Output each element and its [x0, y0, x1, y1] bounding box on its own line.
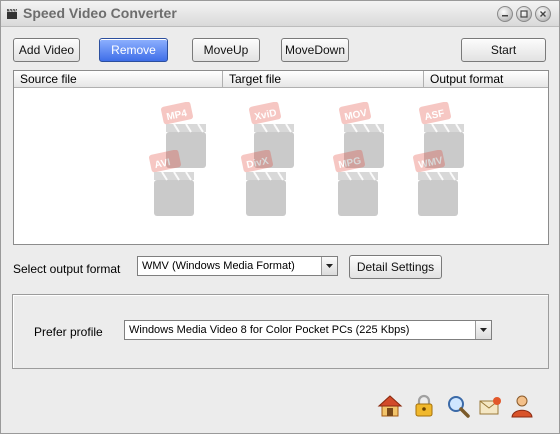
watermark-format-icon: MPG	[333, 150, 378, 216]
email-icon[interactable]	[477, 393, 503, 419]
start-button[interactable]: Start	[461, 38, 546, 62]
window-title: Speed Video Converter	[23, 5, 177, 21]
minimize-icon	[502, 15, 508, 17]
column-target-file[interactable]: Target file	[223, 71, 424, 87]
user-icon[interactable]	[509, 393, 535, 419]
minimize-button[interactable]	[497, 6, 513, 22]
output-format-select[interactable]: WMV (Windows Media Format)	[137, 256, 338, 276]
file-list-body: MP4 XviD MOV ASF AVI DivX MPG WMV	[14, 88, 548, 244]
title-bar[interactable]: Speed Video Converter	[1, 1, 559, 27]
close-icon	[540, 11, 546, 17]
output-format-label: Select output format	[13, 262, 121, 276]
close-button[interactable]	[535, 6, 551, 22]
move-down-button[interactable]: MoveDown	[281, 38, 349, 62]
column-source-file[interactable]: Source file	[14, 71, 223, 87]
column-output-format[interactable]: Output format	[424, 71, 548, 87]
watermark-format-icon: WMV	[413, 150, 458, 216]
search-icon[interactable]	[445, 393, 471, 419]
app-window: Speed Video Converter Add Video Remove M…	[0, 0, 560, 434]
chevron-down-icon	[480, 328, 487, 332]
film-clapper-icon	[7, 8, 17, 19]
watermark-format-icon: DivX	[241, 150, 286, 216]
move-up-button[interactable]: MoveUp	[192, 38, 260, 62]
profile-label: Prefer profile	[34, 325, 103, 339]
profile-value: Windows Media Video 8 for Color Pocket P…	[129, 324, 410, 336]
detail-settings-button[interactable]: Detail Settings	[349, 255, 442, 279]
maximize-button[interactable]	[516, 6, 532, 22]
remove-button[interactable]: Remove	[99, 38, 168, 62]
chevron-down-icon	[326, 264, 333, 268]
profile-dropdown-arrow-button[interactable]	[475, 321, 491, 339]
dropdown-arrow-button[interactable]	[321, 257, 337, 275]
file-list-header: Source file Target file Output format	[14, 71, 548, 88]
file-list[interactable]: Source file Target file Output format MP…	[13, 70, 549, 245]
maximize-icon	[520, 10, 528, 18]
watermark-format-icon: AVI	[149, 150, 194, 216]
profile-select[interactable]: Windows Media Video 8 for Color Pocket P…	[124, 320, 492, 340]
lock-icon[interactable]	[411, 393, 437, 419]
output-format-value: WMV (Windows Media Format)	[142, 260, 295, 272]
profile-panel: Prefer profile Windows Media Video 8 for…	[12, 294, 549, 369]
home-icon[interactable]	[377, 393, 403, 419]
add-video-button[interactable]: Add Video	[13, 38, 80, 62]
